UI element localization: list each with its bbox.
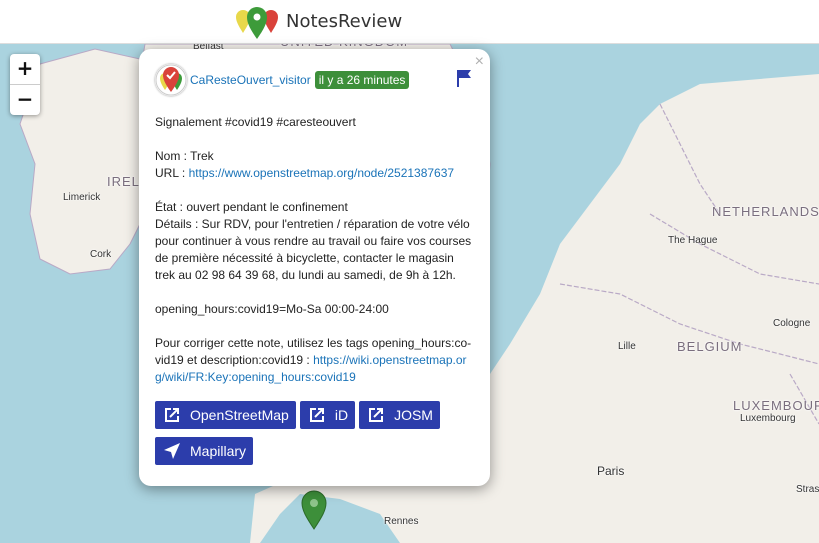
city-label: Paris: [597, 464, 625, 478]
openstreetmap-label: OpenStreetMap: [190, 407, 289, 423]
note-marker[interactable]: [301, 490, 327, 535]
note-line: opening_hours:covid19=Mo-Sa 00:00-24:00: [155, 302, 389, 316]
osm-node-link[interactable]: https://www.openstreetmap.org/node/25213…: [189, 166, 455, 180]
city-label: Cork: [90, 249, 112, 260]
note-line: URL : https://www.openstreetmap.org/node…: [155, 165, 475, 182]
logo-pins-icon: [236, 7, 278, 39]
note-line: État : ouvert pendant le confinement: [155, 200, 348, 214]
avatar: [155, 64, 187, 96]
city-label: The Hague: [668, 235, 718, 246]
city-label: Stras: [796, 484, 819, 495]
note-body: Signalement #covid19 #caresteouvert Nom …: [155, 114, 475, 386]
city-label: Lille: [618, 341, 636, 352]
top-bar: NotesReview: [0, 0, 819, 44]
note-line: Détails : Sur RDV, pour l'entretien / ré…: [155, 217, 472, 282]
note-line: Pour corriger cette note, utilisez les t…: [155, 335, 475, 386]
open-external-icon: [369, 408, 384, 422]
author-link[interactable]: CaResteOuvert_visitor: [190, 73, 311, 87]
city-label: Luxembourg: [740, 413, 796, 424]
url-prefix: URL :: [155, 166, 189, 180]
josm-label: JOSM: [394, 407, 433, 423]
navigation-arrow-icon: [164, 443, 180, 459]
id-editor-button[interactable]: iD: [299, 401, 356, 429]
id-editor-label: iD: [334, 407, 349, 423]
zoom-in-button[interactable]: +: [10, 54, 40, 84]
josm-button[interactable]: JOSM: [359, 401, 440, 429]
open-external-icon: [165, 408, 179, 422]
country-label: BELGIUM: [677, 339, 743, 354]
note-popup: × CaResteOuvert_visitor il y a 26 minute…: [139, 49, 490, 486]
city-label: Rennes: [384, 516, 419, 527]
brand[interactable]: NotesReview: [235, 3, 402, 39]
country-label: LUXEMBOURG: [733, 398, 819, 413]
mapillary-label: Mapillary: [190, 443, 247, 459]
action-buttons: OpenStreetMap iD JOSM Mapillary: [155, 401, 485, 473]
map-pin-icon[interactable]: [301, 490, 327, 530]
flag-icon[interactable]: [456, 69, 472, 87]
zoom-control: + −: [10, 54, 40, 115]
mapillary-button[interactable]: Mapillary: [155, 437, 254, 465]
city-label: Cologne: [773, 318, 811, 329]
city-label: Limerick: [63, 192, 101, 203]
note-header: CaResteOuvert_visitor il y a 26 minutes: [155, 64, 410, 96]
open-external-icon: [309, 408, 324, 422]
note-line: Signalement #covid19 #caresteouvert: [155, 115, 356, 129]
zoom-out-button[interactable]: −: [10, 84, 40, 115]
app-title: NotesReview: [286, 10, 403, 32]
age-badge: il y a 26 minutes: [314, 71, 410, 89]
note-line: Nom : Trek: [155, 149, 214, 163]
close-button[interactable]: ×: [475, 53, 484, 71]
country-label: NETHERLANDS: [712, 204, 819, 219]
openstreetmap-button[interactable]: OpenStreetMap: [155, 401, 296, 429]
